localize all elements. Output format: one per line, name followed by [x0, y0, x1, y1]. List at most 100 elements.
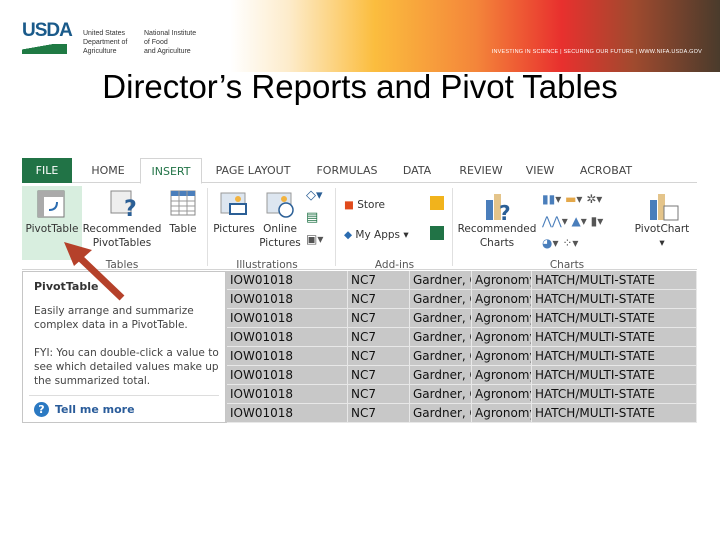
- tab-file[interactable]: FILE: [22, 158, 72, 183]
- table-cell[interactable]: HATCH/MULTI-STATE: [532, 271, 697, 290]
- svg-text:?: ?: [499, 201, 511, 222]
- table-icon: [170, 190, 196, 216]
- group-addins: Add-ins: [374, 259, 415, 271]
- bing-icon[interactable]: [430, 196, 444, 210]
- excel-screenshot: FILE HOME INSERT PAGE LAYOUT FORMULAS DA…: [22, 158, 697, 423]
- table-cell[interactable]: HATCH/MULTI-STATE: [532, 309, 697, 328]
- tab-insert[interactable]: INSERT: [140, 158, 202, 184]
- tagline: INVESTING IN SCIENCE | SECURING OUR FUTU…: [491, 49, 702, 55]
- slide-title: Director’s Reports and Pivot Tables: [102, 68, 618, 105]
- table-cell[interactable]: NC7: [348, 328, 410, 347]
- table-row: IOW01018 NC7 Gardner, C Agronomy HATCH/MULTI…: [227, 309, 697, 328]
- chart-type-buttons[interactable]: ▮▮▾ ▬▾ ✲▾ ⋀⋀▾ ▲▾ ▮▾ ◕▾ ⁘▾: [542, 188, 632, 254]
- table-cell[interactable]: Agronomy: [472, 290, 532, 309]
- screenshot-icon[interactable]: ▣▾: [306, 232, 323, 246]
- table-cell[interactable]: HATCH/MULTI-STATE: [532, 347, 697, 366]
- table-cell[interactable]: Gardner, C: [410, 366, 472, 385]
- tab-view[interactable]: VIEW: [522, 158, 558, 183]
- tab-home[interactable]: HOME: [80, 158, 136, 183]
- table-cell[interactable]: Gardner, C: [410, 328, 472, 347]
- table-cell[interactable]: HATCH/MULTI-STATE: [532, 385, 697, 404]
- group-illustrations: Illustrations: [236, 259, 298, 271]
- tab-review[interactable]: REVIEW: [456, 158, 506, 183]
- recommended-charts-button[interactable]: Recommended Charts: [456, 222, 538, 250]
- help-icon: ?: [34, 402, 49, 417]
- table-cell[interactable]: IOW01018: [227, 366, 348, 385]
- group-tables: Tables: [105, 259, 139, 271]
- tooltip-fyi: FYI: You can double-click a value to see…: [34, 347, 219, 387]
- recommended-pivottables-button[interactable]: Recommended PivotTables: [82, 222, 162, 250]
- table-cell[interactable]: Agronomy: [472, 328, 532, 347]
- table-cell[interactable]: IOW01018: [227, 309, 348, 328]
- group-charts: Charts: [549, 259, 585, 271]
- online-pictures-button[interactable]: Online Pictures: [258, 222, 302, 250]
- shapes-icon[interactable]: ◇▾: [306, 188, 323, 203]
- table-cell[interactable]: Gardner, C: [410, 347, 472, 366]
- table-cell[interactable]: Agronomy: [472, 347, 532, 366]
- pictures-button[interactable]: Pictures: [212, 222, 256, 236]
- tab-page-layout[interactable]: PAGE LAYOUT: [210, 158, 296, 183]
- table-row: IOW01018 NC7 Gardner, C Agronomy HATCH/MULTI…: [227, 366, 697, 385]
- table-cell[interactable]: Gardner, C: [410, 290, 472, 309]
- tooltip-title: PivotTable: [34, 280, 99, 293]
- table-cell[interactable]: NC7: [348, 290, 410, 309]
- table-cell[interactable]: Agronomy: [472, 309, 532, 328]
- store-button[interactable]: ■ Store: [344, 198, 385, 212]
- tell-me-more-link[interactable]: ? Tell me more: [34, 402, 135, 417]
- table-cell[interactable]: IOW01018: [227, 385, 348, 404]
- table-cell[interactable]: NC7: [348, 271, 410, 290]
- table-cell[interactable]: IOW01018: [227, 271, 348, 290]
- table-cell[interactable]: NC7: [348, 385, 410, 404]
- table-row: IOW01018 NC7 Gardner, C Agronomy HATCH/MULTI…: [227, 290, 697, 309]
- smartart-icon[interactable]: ▤: [306, 210, 318, 225]
- pivottable-icon: [37, 190, 65, 218]
- table-cell[interactable]: Gardner, C: [410, 271, 472, 290]
- tab-data[interactable]: DATA: [396, 158, 438, 183]
- tab-formulas[interactable]: FORMULAS: [312, 158, 382, 183]
- pivottable-tooltip: PivotTable Easily arrange and summarize …: [22, 271, 226, 423]
- usda-banner: USDA United States Department of Agricultu…: [0, 0, 720, 72]
- table-row: IOW01018 NC7 Gardner, C Agronomy HATCH/MULTI…: [227, 347, 697, 366]
- table-cell[interactable]: Agronomy: [472, 366, 532, 385]
- table-cell[interactable]: HATCH/MULTI-STATE: [532, 290, 697, 309]
- pivotchart-button[interactable]: PivotChart ▾: [630, 222, 694, 250]
- table-cell[interactable]: HATCH/MULTI-STATE: [532, 404, 697, 423]
- table-cell[interactable]: NC7: [348, 347, 410, 366]
- my-apps-button[interactable]: ◆ My Apps ▾: [344, 228, 409, 242]
- table-cell[interactable]: Gardner, C: [410, 385, 472, 404]
- table-cell[interactable]: NC7: [348, 309, 410, 328]
- people-graph-icon[interactable]: [430, 226, 444, 240]
- table-cell[interactable]: Agronomy: [472, 404, 532, 423]
- table-cell[interactable]: IOW01018: [227, 328, 348, 347]
- table-cell[interactable]: HATCH/MULTI-STATE: [532, 366, 697, 385]
- table-cell[interactable]: Gardner, C: [410, 309, 472, 328]
- table-cell[interactable]: Gardner, C: [410, 404, 472, 423]
- table-cell[interactable]: IOW01018: [227, 347, 348, 366]
- recommended-charts-icon: ?: [486, 194, 511, 222]
- org-name-nifa: National Institute of Food and Agriculture: [144, 30, 197, 55]
- tab-acrobat[interactable]: ACROBAT: [574, 158, 638, 183]
- table-cell[interactable]: NC7: [348, 404, 410, 423]
- online-pictures-icon: [266, 192, 294, 218]
- pictures-icon: [220, 192, 247, 215]
- table-cell[interactable]: NC7: [348, 366, 410, 385]
- pivotchart-icon: [650, 194, 679, 221]
- table-cell[interactable]: IOW01018: [227, 290, 348, 309]
- tooltip-description: Easily arrange and summarize complex dat…: [34, 305, 194, 331]
- org-name-usda: United States Department of Agriculture: [83, 30, 128, 55]
- table-button[interactable]: Table: [164, 222, 202, 236]
- table-row: IOW01018 NC7 Gardner, C Agronomy HATCH/MULTI…: [227, 404, 697, 423]
- table-cell[interactable]: Agronomy: [472, 385, 532, 404]
- table-cell[interactable]: HATCH/MULTI-STATE: [532, 328, 697, 347]
- svg-text:?: ?: [124, 197, 137, 218]
- table-cell[interactable]: Agronomy: [472, 271, 532, 290]
- usda-logo: USDA: [22, 20, 73, 54]
- table-row: IOW01018 NC7 Gardner, C Agronomy HATCH/MULTI…: [227, 328, 697, 347]
- table-row: IOW01018 NC7 Gardner, C Agronomy HATCH/MULTI…: [227, 385, 697, 404]
- recommended-pivottables-icon: ?: [110, 190, 137, 218]
- pivottable-button[interactable]: PivotTable: [22, 186, 82, 260]
- ribbon-tabs: FILE HOME INSERT PAGE LAYOUT FORMULAS DA…: [22, 158, 697, 184]
- ribbon-insert: PivotTable ? Recommended PivotTables Tabl…: [22, 184, 697, 271]
- table-cell[interactable]: IOW01018: [227, 404, 348, 423]
- table-row: IOW01018 NC7 Gardner, C Agronomy HATCH/MULTI…: [227, 271, 697, 290]
